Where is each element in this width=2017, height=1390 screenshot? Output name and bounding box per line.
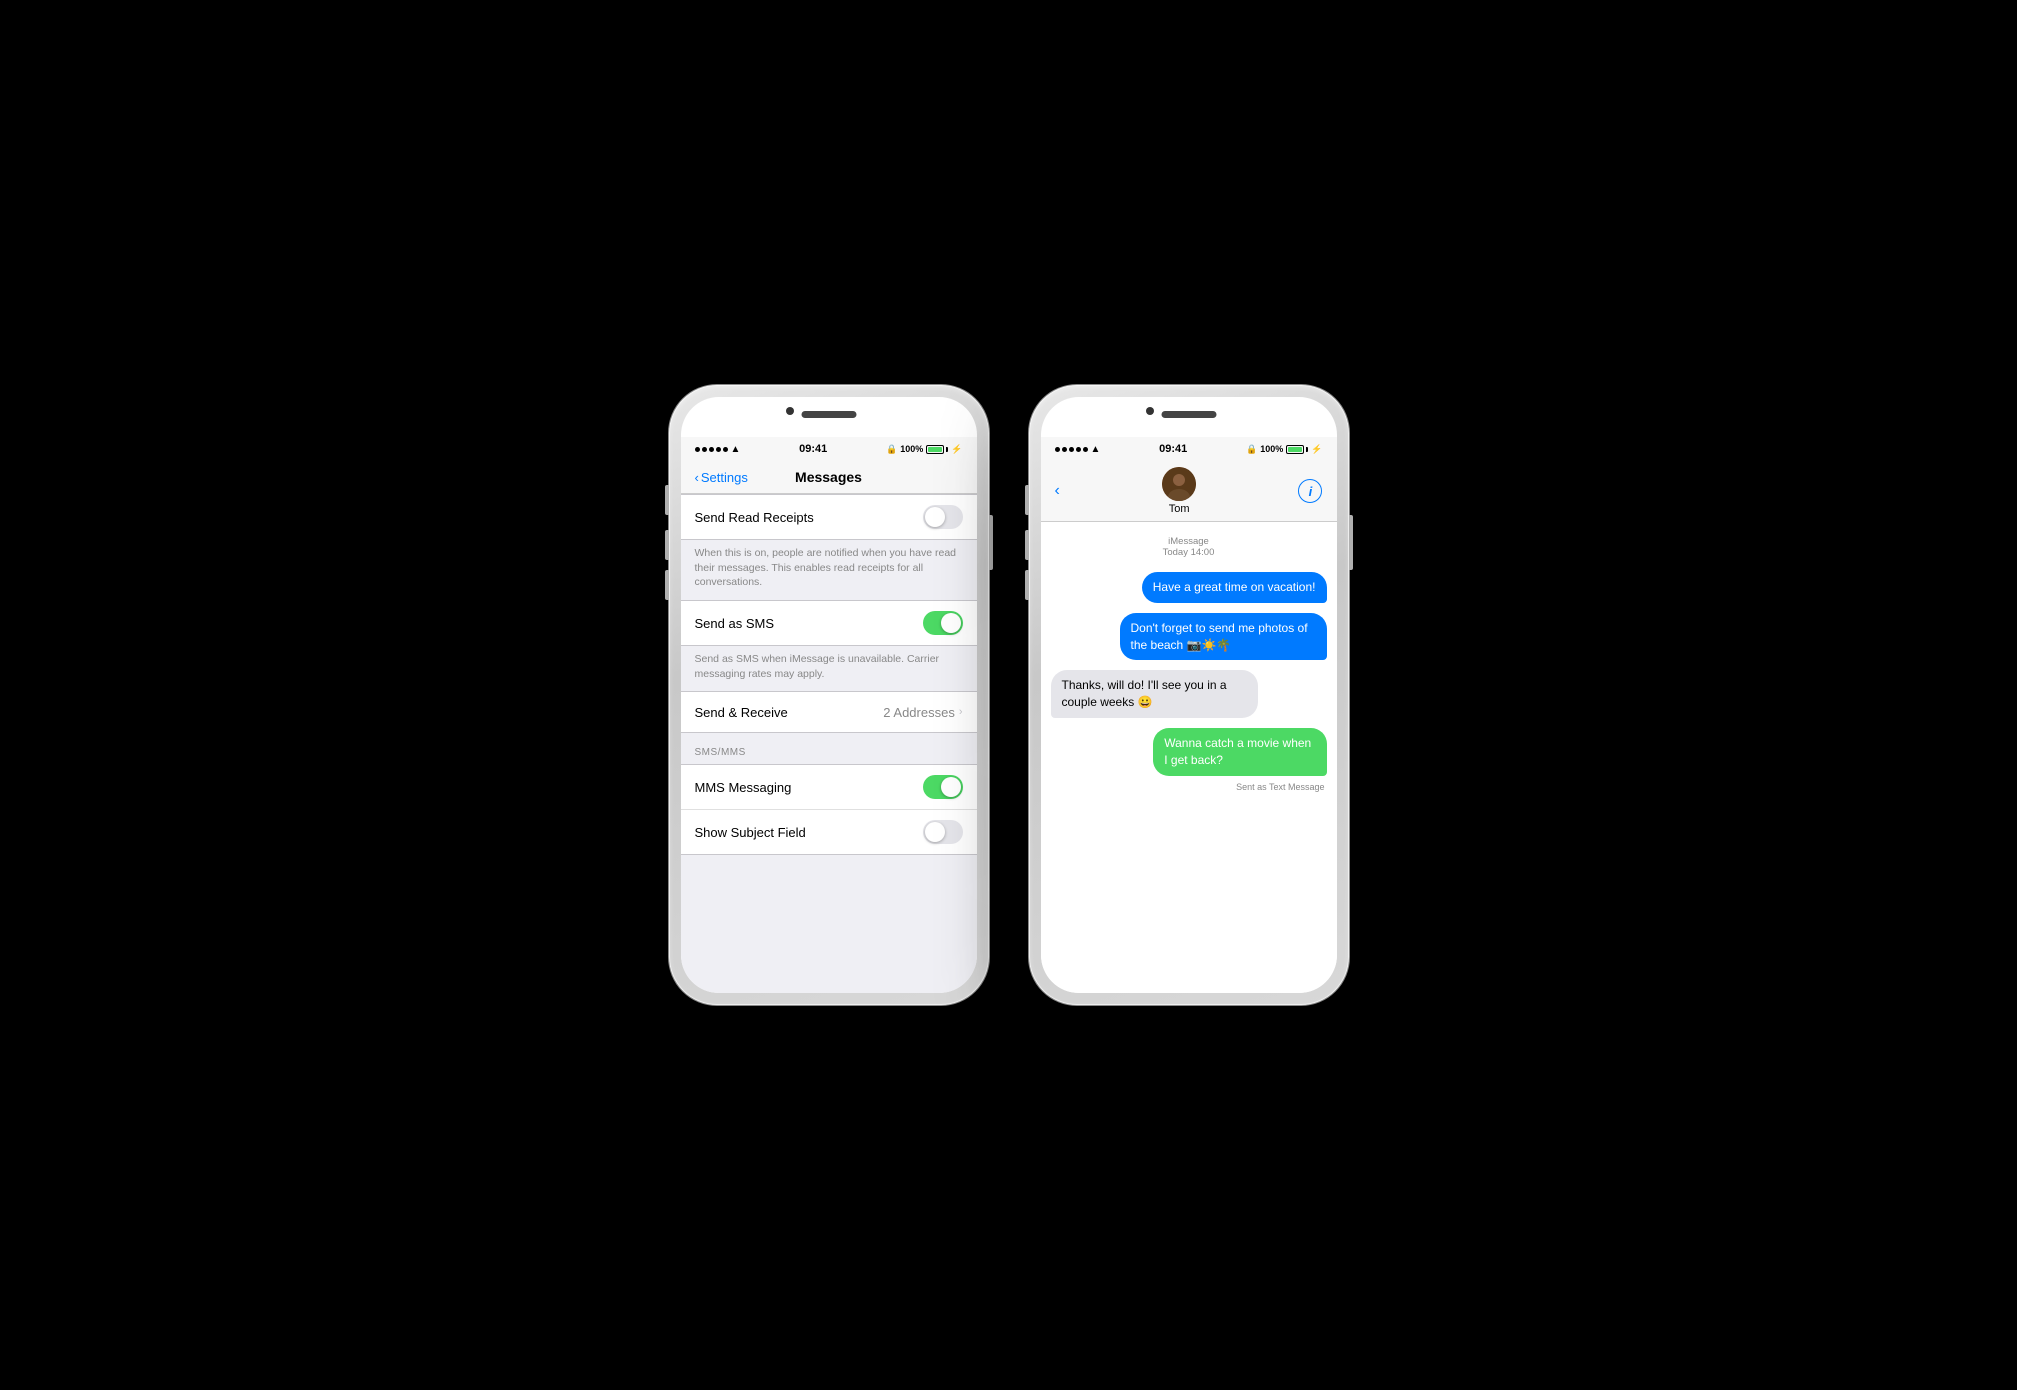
send-as-sms-label: Send as SMS [695,616,775,631]
message-bubble-2: Don't forget to send me photos of the be… [1120,613,1327,661]
message-2-row: Don't forget to send me photos of the be… [1051,613,1327,661]
contact-info[interactable]: Tom [1162,467,1196,515]
status-bar-2: ▲ 09:41 🔒 100% ⚡ [1041,437,1337,461]
smsmms-group: MMS Messaging Show Subject Field [681,764,977,855]
battery-bolt-2: ⚡ [1311,444,1322,455]
mms-messaging-toggle[interactable] [923,775,963,799]
battery-percent-1: 100% [900,444,923,454]
battery-icon-2 [1286,445,1308,454]
mms-messaging-row: MMS Messaging [681,765,977,810]
send-receive-addresses: 2 Addresses [883,705,955,720]
message-4-row: Wanna catch a movie when I get back? [1095,728,1326,776]
send-receive-value: 2 Addresses › [883,705,962,720]
status-time-1: 09:41 [799,443,827,455]
info-button[interactable]: i [1298,479,1322,503]
settings-nav-bar: ‹ Settings Messages [681,461,977,494]
send-as-sms-row: Send as SMS [681,601,977,645]
status-right-2: 🔒 100% ⚡ [1246,444,1322,455]
wifi-icon-2: ▲ [1091,444,1101,455]
send-read-receipts-toggle[interactable] [923,505,963,529]
speaker-grille-2 [1161,411,1216,418]
phone-1-top-hardware [681,397,977,437]
smsmms-section-label: SMS/MMS [681,733,977,764]
battery-bolt-1: ⚡ [951,444,962,455]
messages-back-button[interactable]: ‹ [1055,482,1060,500]
avatar [1162,467,1196,501]
send-receive-label: Send & Receive [695,705,788,720]
camera-dot-2 [1146,407,1154,415]
lock-icon-1: 🔒 [886,444,897,455]
send-as-sms-toggle[interactable] [923,611,963,635]
settings-body: Send Read Receipts When this is on, peop… [681,494,977,993]
send-as-sms-group: Send as SMS [681,600,977,646]
phone-2: ▲ 09:41 🔒 100% ⚡ ‹ [1029,385,1349,1005]
back-chevron-icon: ‹ [695,470,699,485]
read-receipts-group: Send Read Receipts [681,494,977,540]
messages-body: iMessageToday 14:00 Have a great time on… [1041,522,1337,993]
signal-dots-1 [695,447,728,452]
message-text-4: Wanna catch a movie when I get back? [1164,736,1311,767]
show-subject-field-label: Show Subject Field [695,825,806,840]
lock-icon-2: 🔒 [1246,444,1257,455]
show-subject-field-toggle[interactable] [923,820,963,844]
back-label: Settings [701,470,748,485]
send-read-receipts-row: Send Read Receipts [681,495,977,539]
sent-as-text-label: Sent as Text Message [1236,782,1326,792]
contact-name: Tom [1169,503,1190,515]
read-receipts-description: When this is on, people are notified whe… [681,540,977,600]
message-3-row: Thanks, will do! I'll see you in a coupl… [1051,670,1327,718]
status-left-1: ▲ [695,444,741,455]
status-right-1: 🔒 100% ⚡ [886,444,962,455]
message-text-1: Have a great time on vacation! [1153,580,1316,594]
send-receive-group: Send & Receive 2 Addresses › [681,691,977,733]
message-bubble-1: Have a great time on vacation! [1142,572,1327,603]
chevron-icon: › [959,706,963,718]
nav-title: Messages [795,469,862,485]
mms-messaging-label: MMS Messaging [695,780,792,795]
message-1-row: Have a great time on vacation! [1051,572,1327,603]
messages-nav-bar: ‹ Tom i [1041,461,1337,522]
battery-percent-2: 100% [1260,444,1283,454]
message-4-container: Wanna catch a movie when I get back? Sen… [1051,728,1327,792]
message-text-3: Thanks, will do! I'll see you in a coupl… [1062,678,1227,709]
message-text-2: Don't forget to send me photos of the be… [1131,621,1308,652]
message-bubble-4: Wanna catch a movie when I get back? [1153,728,1326,776]
avatar-image [1162,467,1196,501]
message-bubble-3: Thanks, will do! I'll see you in a coupl… [1051,670,1258,718]
camera-dot [786,407,794,415]
phone-1: ▲ 09:41 🔒 100% ⚡ ‹ Settings [669,385,989,1005]
speaker-grille [801,411,856,418]
scene: ▲ 09:41 🔒 100% ⚡ ‹ Settings [629,345,1389,1045]
info-icon: i [1309,484,1313,499]
status-left-2: ▲ [1055,444,1101,455]
messages-timestamp: iMessageToday 14:00 [1051,536,1327,558]
phone-2-top-hardware [1041,397,1337,437]
send-receive-row[interactable]: Send & Receive 2 Addresses › [681,692,977,732]
show-subject-field-row: Show Subject Field [681,810,977,854]
battery-icon-1 [926,445,948,454]
signal-dots-2 [1055,447,1088,452]
wifi-icon-1: ▲ [731,444,741,455]
send-as-sms-description: Send as SMS when iMessage is unavailable… [681,646,977,691]
status-bar-1: ▲ 09:41 🔒 100% ⚡ [681,437,977,461]
status-time-2: 09:41 [1159,443,1187,455]
back-to-settings-button[interactable]: ‹ Settings [695,470,748,485]
send-read-receipts-label: Send Read Receipts [695,510,814,525]
